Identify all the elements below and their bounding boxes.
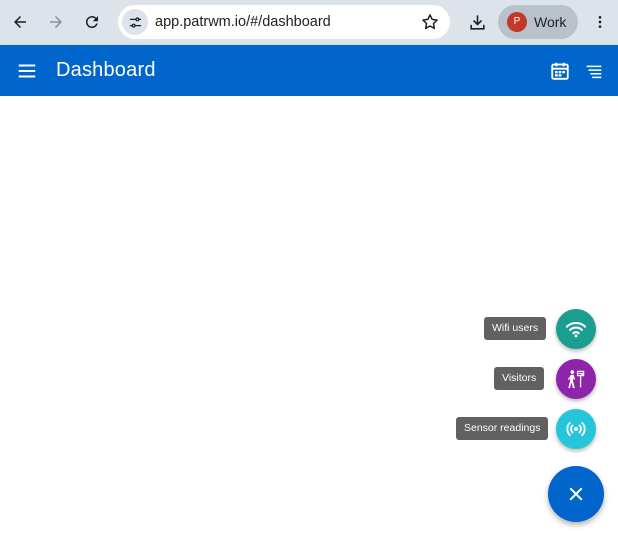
profile-chip[interactable]: P Work bbox=[498, 5, 578, 39]
bookmark-star-icon[interactable] bbox=[420, 12, 440, 32]
page-title: Dashboard bbox=[56, 59, 156, 81]
calendar-icon bbox=[551, 62, 569, 80]
sort-button[interactable] bbox=[580, 57, 608, 85]
tooltip-wifi-users: Wifi users bbox=[484, 317, 547, 340]
tooltip-sensor-readings: Sensor readings bbox=[456, 417, 549, 440]
browser-menu-button[interactable] bbox=[588, 7, 612, 37]
reload-button[interactable] bbox=[77, 7, 107, 37]
profile-label: Work bbox=[534, 14, 567, 30]
menu-button[interactable] bbox=[13, 57, 41, 85]
tooltip-visitors: Visitors bbox=[494, 367, 545, 390]
sensor-icon bbox=[566, 421, 586, 437]
reload-icon bbox=[85, 16, 98, 29]
address-bar[interactable]: app.patrwm.io/#/dashboard bbox=[118, 5, 450, 39]
back-button[interactable] bbox=[5, 7, 35, 37]
calendar-button[interactable] bbox=[546, 57, 574, 85]
visitors-fab[interactable] bbox=[556, 359, 596, 399]
visitor-icon bbox=[567, 370, 585, 389]
wifi-users-fab[interactable] bbox=[556, 309, 596, 349]
avatar: P bbox=[507, 12, 527, 32]
app-bar: Dashboard bbox=[0, 45, 618, 96]
url-text[interactable]: app.patrwm.io/#/dashboard bbox=[155, 5, 331, 39]
sensor-readings-fab[interactable] bbox=[556, 409, 596, 449]
wifi-icon bbox=[565, 322, 587, 338]
tune-icon bbox=[129, 16, 141, 28]
speed-dial-close-button[interactable] bbox=[548, 466, 604, 522]
download-icon bbox=[469, 14, 485, 30]
downloads-button[interactable] bbox=[462, 7, 492, 37]
more-vert-icon bbox=[598, 16, 602, 28]
arrow-left-icon bbox=[14, 16, 26, 28]
close-icon bbox=[569, 487, 583, 501]
forward-button[interactable] bbox=[41, 7, 71, 37]
hamburger-icon bbox=[18, 64, 36, 78]
arrow-right-icon bbox=[50, 16, 62, 28]
site-info-button[interactable] bbox=[122, 9, 148, 35]
sort-lines-icon bbox=[586, 65, 602, 79]
browser-toolbar: app.patrwm.io/#/dashboard P Work bbox=[0, 0, 618, 45]
